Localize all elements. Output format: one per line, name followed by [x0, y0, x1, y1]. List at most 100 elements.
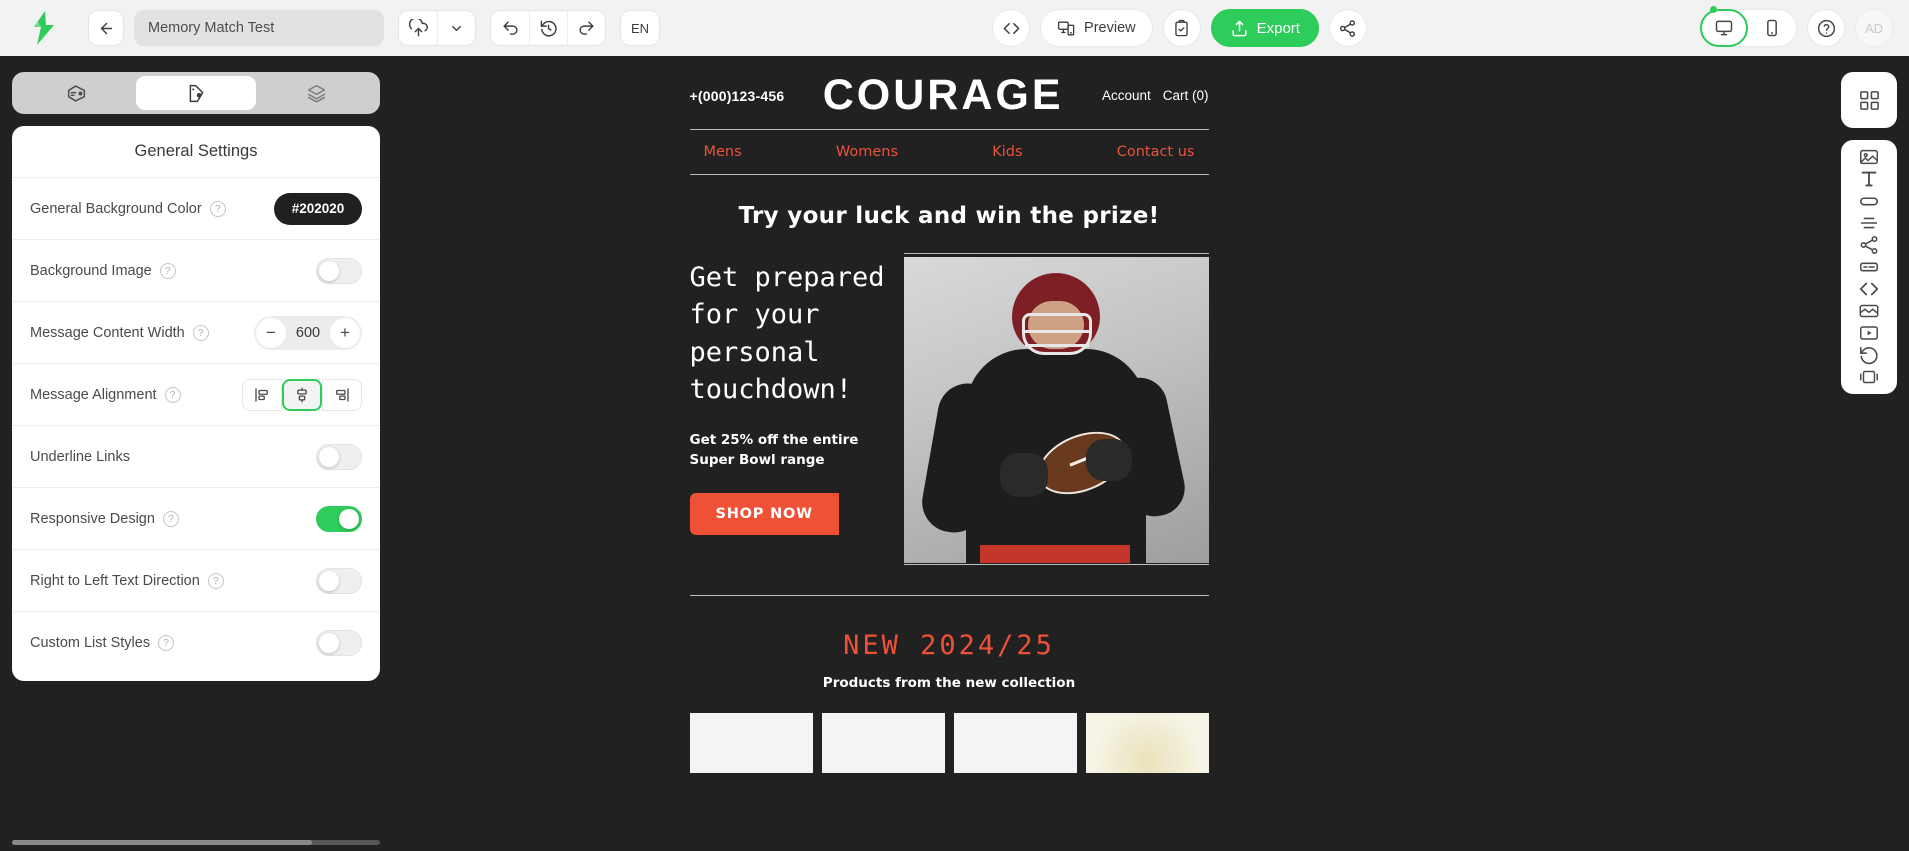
- image-block-icon: [1860, 149, 1878, 165]
- preview-label: Preview: [1084, 20, 1136, 36]
- rail-image-block[interactable]: [1858, 146, 1880, 168]
- help-icon[interactable]: ?: [209, 200, 226, 217]
- rail-video-block[interactable]: [1858, 322, 1880, 344]
- email-link-account[interactable]: Account: [1102, 88, 1151, 103]
- share-button[interactable]: [1328, 9, 1367, 47]
- email-nav: Mens Womens Kids Contact us: [690, 130, 1209, 174]
- desktop-view-button[interactable]: [1700, 9, 1748, 47]
- social-block-icon: [1860, 236, 1878, 254]
- video-block-icon: [1860, 326, 1878, 340]
- setting-row-background-image: Background Image ?: [12, 240, 380, 302]
- align-right-icon: [336, 387, 349, 402]
- panel-horizontal-scrollbar[interactable]: [12, 840, 380, 845]
- rail-carousel-block[interactable]: [1858, 366, 1880, 388]
- content-width-value[interactable]: 600: [286, 325, 330, 341]
- tab-layers[interactable]: [256, 76, 376, 110]
- email-nav-mens[interactable]: Mens: [704, 144, 742, 160]
- product-card[interactable]: [689, 713, 813, 773]
- email-link-cart[interactable]: Cart (0): [1163, 88, 1209, 103]
- rail-text-block[interactable]: [1858, 168, 1880, 190]
- message-alignment-segment: [242, 378, 362, 411]
- help-icon[interactable]: ?: [192, 324, 209, 341]
- rail-html-block[interactable]: [1858, 278, 1880, 300]
- help-icon[interactable]: ?: [158, 635, 175, 651]
- align-left-button[interactable]: [242, 378, 282, 411]
- redo-button[interactable]: [567, 11, 605, 45]
- email-nav-womens[interactable]: Womens: [836, 144, 898, 160]
- rail-button-block[interactable]: [1858, 190, 1880, 212]
- message-title-input[interactable]: [134, 10, 384, 46]
- rail-divider-block[interactable]: [1858, 212, 1880, 234]
- export-button[interactable]: Export: [1210, 9, 1319, 47]
- help-icon[interactable]: ?: [159, 262, 176, 279]
- rtl-toggle[interactable]: [316, 567, 362, 594]
- version-history-button[interactable]: [529, 11, 567, 45]
- email-hero-sub: Get 25% off the entire Super Bowl range: [689, 432, 859, 469]
- user-avatar[interactable]: AD: [1855, 9, 1893, 47]
- rail-timer-block[interactable]: [1858, 344, 1880, 366]
- mobile-view-button[interactable]: [1748, 9, 1796, 47]
- toggle-knob: [319, 633, 339, 653]
- email-new-collection-section: NEW 2024/25 Products from the new collec…: [689, 595, 1209, 773]
- email-nav-contact[interactable]: Contact us: [1117, 144, 1195, 160]
- code-view-button[interactable]: [992, 9, 1031, 47]
- email-hero-image[interactable]: [903, 253, 1209, 565]
- product-card[interactable]: [1085, 713, 1209, 773]
- help-circle-icon: [1817, 19, 1835, 37]
- rail-banner-block[interactable]: [1858, 300, 1880, 322]
- rail-social-block[interactable]: [1858, 234, 1880, 256]
- align-center-icon: [297, 387, 307, 402]
- decrement-button[interactable]: −: [256, 317, 286, 348]
- desktop-icon: [1715, 20, 1733, 36]
- help-icon[interactable]: ?: [164, 386, 181, 403]
- layers-icon: [307, 84, 325, 103]
- custom-list-styles-toggle[interactable]: [316, 630, 362, 656]
- html-block-icon: [1859, 282, 1879, 296]
- underline-links-toggle[interactable]: [316, 443, 362, 470]
- email-brand-logo: COURAGE: [822, 71, 1064, 119]
- rail-menu-block[interactable]: [1858, 256, 1880, 278]
- language-button[interactable]: EN: [620, 10, 660, 46]
- product-card[interactable]: [821, 713, 945, 773]
- undo-button[interactable]: [491, 11, 529, 45]
- tab-content[interactable]: [16, 76, 136, 110]
- email-nav-kids[interactable]: Kids: [992, 144, 1022, 160]
- language-label: EN: [630, 20, 650, 36]
- tab-appearance[interactable]: [136, 76, 256, 110]
- product-card[interactable]: [953, 713, 1077, 773]
- save-to-library-button[interactable]: [399, 11, 437, 45]
- setting-label: Background Image: [30, 262, 152, 279]
- timer-block-icon: [1859, 346, 1878, 365]
- toggle-knob: [339, 508, 359, 529]
- device-toggle: [1699, 6, 1797, 47]
- rail-structures-button[interactable]: [1841, 72, 1897, 128]
- help-icon[interactable]: ?: [207, 572, 224, 589]
- align-right-button[interactable]: [322, 378, 362, 411]
- row-label-wrap: Message Alignment ?: [30, 386, 181, 403]
- email-cta-button[interactable]: SHOP NOW: [689, 492, 839, 535]
- divider-block-icon: [1860, 217, 1878, 229]
- row-label-wrap: Right to Left Text Direction ?: [30, 572, 224, 589]
- setting-row-responsive-design: Responsive Design ?: [12, 488, 380, 550]
- row-label-wrap: Background Image ?: [30, 262, 176, 279]
- help-icon[interactable]: ?: [162, 510, 179, 527]
- checklist-button[interactable]: [1162, 9, 1201, 47]
- app-logo[interactable]: [0, 0, 88, 56]
- back-button[interactable]: [88, 10, 124, 46]
- preview-button[interactable]: Preview: [1040, 9, 1153, 47]
- responsive-design-toggle[interactable]: [316, 505, 362, 532]
- unsaved-indicator-dot: [1710, 6, 1717, 13]
- player-facemask: [1021, 313, 1092, 355]
- save-options-button[interactable]: [437, 11, 475, 45]
- help-button[interactable]: [1807, 9, 1845, 47]
- top-toolbar: EN Preview: [0, 0, 1909, 56]
- background-image-toggle[interactable]: [316, 257, 362, 284]
- email-canvas[interactable]: +(000)123-456 COURAGE Account Cart (0) M…: [392, 56, 1506, 851]
- setting-label: Message Content Width: [30, 324, 185, 341]
- align-center-button[interactable]: [282, 378, 322, 411]
- increment-button[interactable]: +: [330, 317, 360, 348]
- setting-row-background-color: General Background Color ? #202020: [12, 178, 380, 240]
- email-template: +(000)123-456 COURAGE Account Cart (0) M…: [689, 56, 1209, 773]
- background-color-swatch[interactable]: #202020: [274, 192, 362, 225]
- email-hero-copy: Get prepared for your personal touchdown…: [689, 253, 890, 565]
